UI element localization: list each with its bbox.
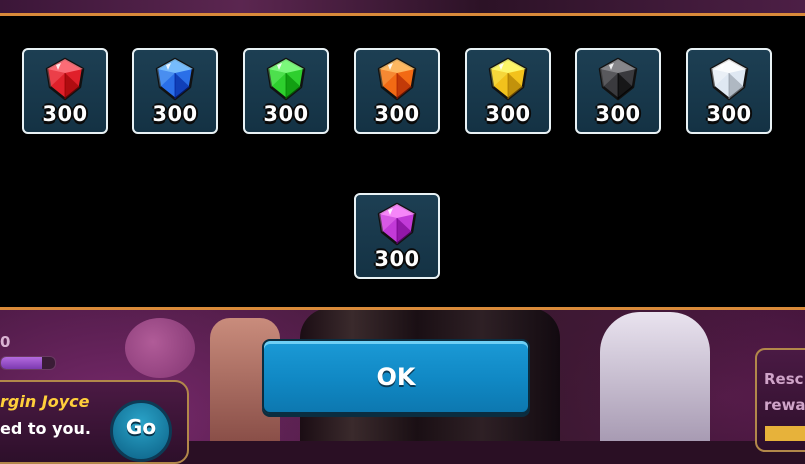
- yellow-gem-icon: [488, 57, 528, 101]
- reward-banner: 300 300 300 300 300 300 300 300: [0, 13, 805, 310]
- reward-amount: 300: [374, 247, 420, 271]
- progress-bar-fill: [1, 357, 42, 369]
- reward-tile: 300: [354, 48, 440, 134]
- quest-title: rgin Joyce: [0, 392, 90, 411]
- quest-subtitle: ed to you.: [0, 419, 91, 438]
- red-gem-icon: [45, 57, 85, 101]
- reward-amount: 300: [485, 102, 531, 126]
- green-gem-icon: [266, 57, 306, 101]
- progress-bar: [0, 356, 56, 370]
- blue-gem-icon: [155, 57, 195, 101]
- reward-tile: 300: [243, 48, 329, 134]
- character-sleeve: [600, 312, 710, 441]
- reward-tile: 300: [575, 48, 661, 134]
- reward-tile: 300: [22, 48, 108, 134]
- reward-amount: 300: [152, 102, 198, 126]
- reward-amount: 300: [706, 102, 752, 126]
- ok-button[interactable]: OK: [262, 339, 530, 414]
- reward-amount: 300: [374, 102, 420, 126]
- reward-amount: 300: [263, 102, 309, 126]
- white-gem-icon: [709, 57, 749, 101]
- rescue-line-1: Resc: [764, 370, 804, 388]
- purple-gem-icon: [377, 202, 417, 246]
- reward-tile: 300: [465, 48, 551, 134]
- black-gem-icon: [598, 57, 638, 101]
- background-top-strip: [0, 0, 805, 14]
- rescue-text: Resc rewa: [764, 366, 805, 418]
- reward-tile: 300: [686, 48, 772, 134]
- reward-tile: 300: [354, 193, 440, 279]
- rescue-progress-bar: [765, 426, 805, 441]
- reward-amount: 300: [595, 102, 641, 126]
- reward-tile: 300: [132, 48, 218, 134]
- orange-gem-icon: [377, 57, 417, 101]
- reward-amount: 300: [42, 102, 88, 126]
- rescue-line-2: rewa: [764, 396, 805, 414]
- go-button[interactable]: Go: [110, 400, 172, 462]
- progress-label: 0: [0, 333, 11, 351]
- teddy-bear-decoration: [125, 318, 195, 378]
